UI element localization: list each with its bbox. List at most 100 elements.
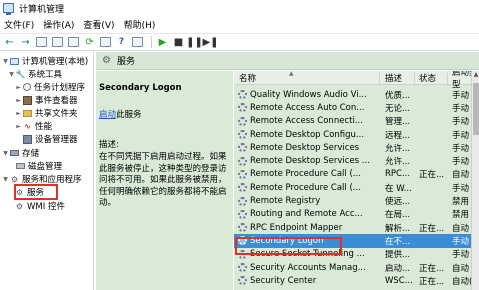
column-divider[interactable]: [447, 73, 448, 84]
chevron-right-icon[interactable]: ►: [15, 84, 22, 91]
tree-item-computer-management[interactable]: ▼ 计算机管理(本地): [2, 55, 88, 67]
service-name-cell: Security Accounts Manag...: [238, 261, 378, 274]
chevron-down-icon[interactable]: ▼: [2, 176, 9, 183]
column-header-status[interactable]: 状态: [419, 72, 436, 84]
service-gear-icon: [238, 169, 247, 179]
toolbar-separator: [151, 36, 152, 48]
chevron-right-icon[interactable]: ►: [15, 97, 22, 104]
service-description: 优质...: [385, 90, 411, 101]
restart-service-icon[interactable]: ▶❚: [202, 36, 218, 49]
column-divider[interactable]: [379, 73, 380, 84]
table-row[interactable]: Remote Desktop Services 允许... 手动: [234, 141, 479, 154]
clock-icon: [23, 83, 31, 91]
start-service-icon[interactable]: ▶: [156, 36, 169, 49]
tree-item-wmi-control[interactable]: ⚙ WMI 控件: [14, 200, 65, 213]
chevron-down-icon[interactable]: ▼: [2, 58, 9, 65]
service-status: [419, 208, 449, 221]
service-name-cell: Remote Desktop Configu...: [238, 128, 378, 141]
chevron-down-icon[interactable]: ▼: [8, 71, 15, 78]
tree-item-storage[interactable]: ▼ 存储: [2, 147, 39, 159]
service-name-cell: Remote Access Auto Con...: [238, 101, 378, 114]
tree-item-disk-management[interactable]: 磁盘管理: [8, 160, 62, 172]
menu-file[interactable]: 文件(F): [4, 18, 34, 31]
service-name: Remote Desktop Services ...: [250, 156, 370, 167]
performance-icon: ∿: [24, 121, 31, 131]
start-service-link-line: 启动此服务: [99, 108, 230, 120]
menu-action[interactable]: 操作(A): [43, 18, 74, 31]
properties-icon[interactable]: [67, 36, 80, 49]
chevron-right-icon[interactable]: ►: [15, 123, 22, 130]
service-name: Quality Windows Audio Vi...: [250, 89, 367, 100]
service-gear-icon: [238, 223, 247, 233]
service-description-pane: Secondary Logon 启动此服务 描述: 在不同凭据下启用启动过程。如…: [96, 71, 233, 290]
scroll-thumb[interactable]: [473, 83, 479, 135]
stop-service-icon[interactable]: ■: [172, 36, 185, 49]
tree-item-performance[interactable]: ► ∿ 性能: [15, 120, 52, 133]
help-icon[interactable]: ?: [115, 36, 128, 49]
service-status: 正在...: [419, 170, 445, 181]
tree-item-label: 存储: [22, 149, 40, 159]
tree-item-label: 系统工具: [28, 70, 63, 80]
column-header-name[interactable]: 名称: [239, 72, 256, 84]
service-status: [419, 248, 449, 261]
service-status: [419, 194, 449, 207]
service-name: Remote Procedure Call (...: [250, 169, 361, 180]
table-row[interactable]: Remote Access Auto Con... 无论... 手动: [234, 101, 479, 114]
tree-item-shared-folders[interactable]: ► 共享文件夹: [15, 107, 78, 119]
computer-management-icon: [3, 3, 14, 15]
start-service-link[interactable]: 启动: [99, 110, 116, 120]
tree-item-label: 设备管理器: [35, 135, 78, 145]
table-row[interactable]: Remote Desktop Configu... 远程... 手动: [234, 128, 479, 141]
table-row[interactable]: Remote Procedure Call (... 在 W... 手动: [234, 181, 479, 194]
service-status: [419, 101, 449, 114]
pause-service-icon[interactable]: ❚❚: [186, 36, 203, 49]
table-row[interactable]: Security Accounts Manag... 启动... 正在... 自动: [234, 261, 479, 274]
tree-item-label: WMI 控件: [27, 202, 65, 212]
refresh-icon[interactable]: ⟳: [83, 36, 96, 49]
event-log-icon: [23, 95, 32, 105]
tree-item-event-viewer[interactable]: ► 事件查看器: [15, 94, 78, 106]
tree-item-device-manager[interactable]: 设备管理器: [15, 133, 78, 145]
chevron-right-icon[interactable]: ►: [15, 110, 22, 117]
chevron-down-icon[interactable]: ▼: [2, 150, 9, 157]
service-status: 正在...: [419, 276, 445, 287]
toolbar: ← → ⟳ ? ▶ ■ ❚❚ ▶❚: [0, 33, 479, 51]
console-tree-icon[interactable]: [51, 36, 64, 49]
tree-item-system-tools[interactable]: ▼ 🔧 系统工具: [8, 68, 63, 81]
service-name-cell: Security Center: [238, 274, 378, 287]
table-row[interactable]: Remote Registry 使远... 禁用: [234, 194, 479, 207]
table-row[interactable]: Remote Access Connecti... 管理... 手动: [234, 115, 479, 128]
service-name: Remote Registry: [250, 196, 321, 207]
column-header-description[interactable]: 描述: [385, 72, 402, 84]
shared-folder-icon: [23, 109, 32, 117]
scroll-up-icon[interactable]: ▲: [472, 71, 479, 80]
service-name-cell: Routing and Remote Acc...: [238, 208, 378, 221]
table-row[interactable]: Routing and Remote Acc... 在局... 禁用: [234, 208, 479, 221]
menu-help[interactable]: 帮助(H): [124, 18, 156, 31]
back-arrow-icon[interactable]: ←: [3, 36, 16, 49]
service-gear-icon: [238, 196, 247, 206]
export-list-icon[interactable]: [99, 36, 112, 49]
table-row[interactable]: Security CenterWSC...正在...自动(延迟...: [234, 274, 479, 287]
table-row[interactable]: Quality Windows Audio Vi... 优质... 手动: [234, 88, 479, 101]
storage-icon: [10, 150, 19, 156]
column-divider[interactable]: [414, 73, 415, 84]
services-gear-icon: ⚙: [102, 55, 111, 66]
tree-item-task-scheduler[interactable]: ► 任务计划程序: [15, 81, 85, 93]
help-pane-icon[interactable]: [131, 36, 144, 49]
service-description: RPC...: [385, 169, 411, 180]
tree-item-label: 共享文件夹: [35, 109, 78, 119]
table-row[interactable]: Remote Procedure Call (... RPC... 正在... 自动: [234, 168, 479, 181]
service-name: Security Center: [250, 275, 317, 286]
service-status: 正在...: [419, 263, 445, 274]
table-row[interactable]: RPC Endpoint Mapper 解析... 正在... 自动: [234, 221, 479, 234]
service-name-cell: Remote Procedure Call (...: [238, 181, 378, 194]
disk-icon: [16, 163, 25, 169]
vertical-scrollbar[interactable]: ▲: [471, 71, 479, 290]
service-name: Remote Procedure Call (...: [250, 182, 361, 193]
menu-view[interactable]: 查看(V): [83, 18, 114, 31]
forward-arrow-icon[interactable]: →: [19, 36, 32, 49]
table-row[interactable]: Remote Desktop Services ... 允许... 手动: [234, 155, 479, 168]
up-folder-icon[interactable]: [35, 36, 48, 49]
description-label: 描述:: [99, 140, 119, 150]
